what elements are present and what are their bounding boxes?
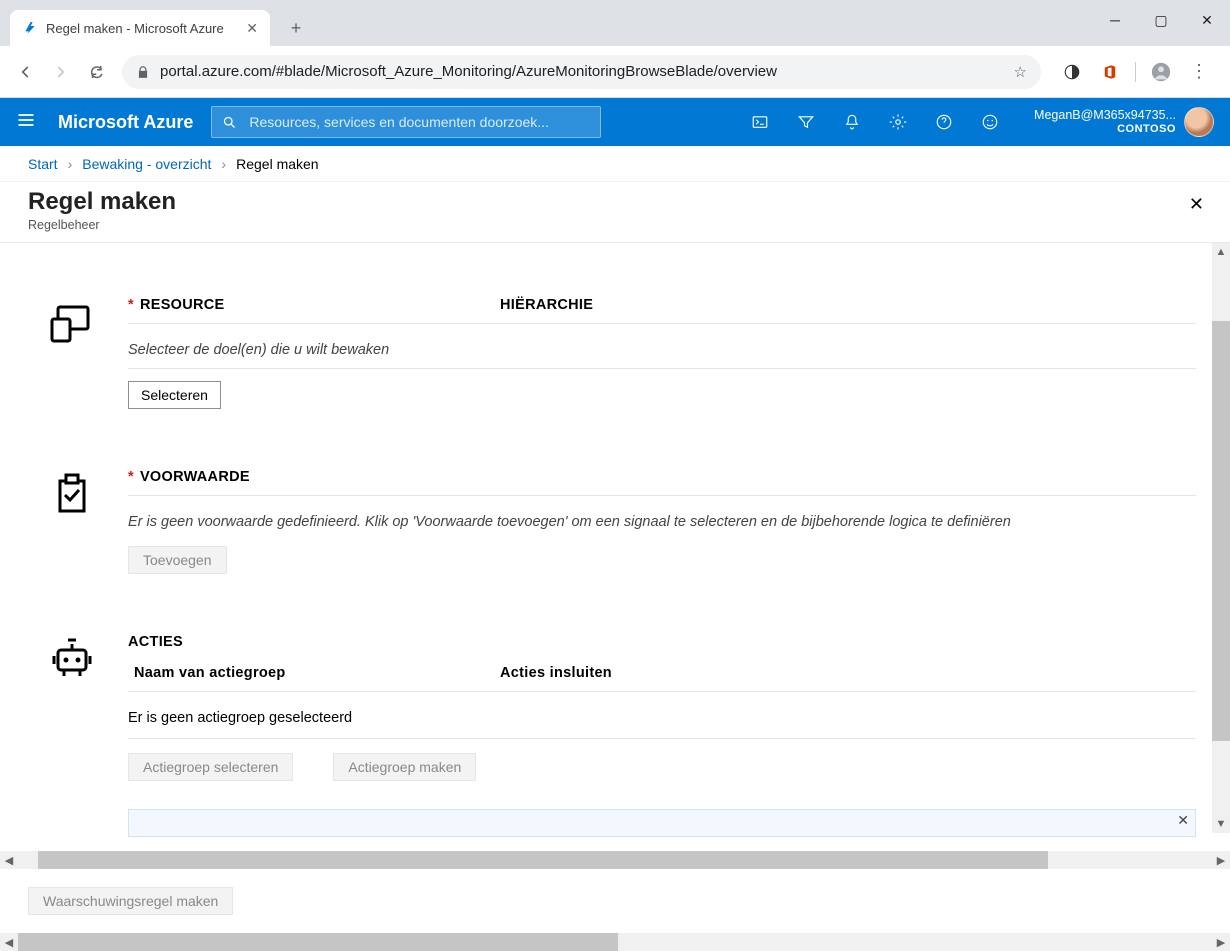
breadcrumb-monitoring[interactable]: Bewaking - overzicht bbox=[82, 156, 211, 172]
window-maximize[interactable]: ▢ bbox=[1138, 0, 1184, 40]
add-condition-button[interactable]: Toevoegen bbox=[128, 546, 227, 574]
browser-chrome: ─ ▢ ✕ Regel maken - Microsoft Azure ✕ + … bbox=[0, 0, 1230, 98]
hierarchy-header: HIËRARCHIE bbox=[500, 297, 1196, 313]
account-menu[interactable]: MeganB@M365x94735... CONTOSO bbox=[1034, 107, 1214, 137]
address-bar: portal.azure.com/#blade/Microsoft_Azure_… bbox=[0, 46, 1230, 98]
account-email: MeganB@M365x94735... bbox=[1034, 108, 1176, 123]
tab-bar: Regel maken - Microsoft Azure ✕ + bbox=[0, 0, 1230, 46]
window-close[interactable]: ✕ bbox=[1184, 0, 1230, 40]
blade-subtitle: Regelbeheer bbox=[28, 218, 176, 232]
actions-header: ACTIES bbox=[128, 634, 1196, 650]
blade-title: Regel maken bbox=[28, 188, 176, 216]
kebab-menu-icon[interactable]: ⋮ bbox=[1182, 55, 1216, 89]
search-icon bbox=[222, 115, 237, 130]
help-icon[interactable] bbox=[926, 104, 962, 140]
actions-empty-text: Er is geen actiegroep geselecteerd bbox=[128, 702, 1196, 739]
condition-description: Er is geen voorwaarde gedefinieerd. Klik… bbox=[128, 506, 1196, 540]
hamburger-menu-icon[interactable] bbox=[16, 110, 40, 135]
feedback-icon[interactable] bbox=[972, 104, 1008, 140]
blade-footer: Waarschuwingsregel maken bbox=[0, 869, 1230, 933]
create-alert-rule-button[interactable]: Waarschuwingsregel maken bbox=[28, 887, 233, 915]
blade-close-icon[interactable]: ✕ bbox=[1181, 188, 1212, 221]
profile-icon[interactable] bbox=[1144, 55, 1178, 89]
actions-robot-icon bbox=[48, 634, 96, 682]
info-banner-close-icon[interactable]: ✕ bbox=[1177, 812, 1189, 829]
nav-reload-icon[interactable] bbox=[80, 55, 114, 89]
directory-filter-icon[interactable] bbox=[788, 104, 824, 140]
content-scroll-area: *RESOURCE HIËRARCHIE Selecteer de doel(e… bbox=[0, 243, 1230, 851]
vertical-scrollbar[interactable]: ▲ ▼ bbox=[1212, 243, 1230, 833]
breadcrumb-start[interactable]: Start bbox=[28, 156, 58, 172]
actions-include-col: Acties insluiten bbox=[500, 665, 1196, 681]
breadcrumb-current: Regel maken bbox=[236, 156, 319, 172]
window-minimize[interactable]: ─ bbox=[1092, 0, 1138, 40]
section-resource: *RESOURCE HIËRARCHIE Selecteer de doel(e… bbox=[48, 297, 1196, 409]
chevron-right-icon: › bbox=[68, 156, 73, 172]
search-placeholder: Resources, services en documenten doorzo… bbox=[249, 114, 590, 130]
actiongroup-name-col: Naam van actiegroep bbox=[128, 665, 500, 681]
select-resource-button[interactable]: Selecteren bbox=[128, 381, 221, 409]
settings-gear-icon[interactable] bbox=[880, 104, 916, 140]
resource-header: RESOURCE bbox=[140, 297, 225, 313]
lock-icon bbox=[136, 65, 150, 79]
extension-office-icon[interactable] bbox=[1093, 55, 1127, 89]
resource-icon bbox=[48, 297, 96, 345]
info-banner: ✕ bbox=[128, 809, 1196, 837]
condition-icon bbox=[48, 469, 96, 517]
new-tab-button[interactable]: + bbox=[282, 14, 310, 42]
nav-forward-icon bbox=[44, 55, 78, 89]
avatar bbox=[1184, 107, 1214, 137]
section-condition: *VOORWAARDE Er is geen voorwaarde gedefi… bbox=[48, 469, 1196, 574]
tab-close-icon[interactable]: ✕ bbox=[246, 20, 258, 37]
browser-tab-active[interactable]: Regel maken - Microsoft Azure ✕ bbox=[10, 10, 270, 46]
azure-favicon-icon bbox=[22, 20, 38, 36]
horizontal-scrollbar[interactable]: ◀ ▶ bbox=[0, 851, 1230, 869]
extension-contrast-icon[interactable] bbox=[1055, 55, 1089, 89]
account-tenant: CONTOSO bbox=[1034, 123, 1176, 136]
cloud-shell-icon[interactable] bbox=[742, 104, 778, 140]
notifications-icon[interactable] bbox=[834, 104, 870, 140]
resource-description: Selecteer de doel(en) die u wilt bewaken bbox=[128, 334, 1196, 369]
nav-back-icon[interactable] bbox=[8, 55, 42, 89]
chevron-right-icon: › bbox=[221, 156, 226, 172]
azure-brand[interactable]: Microsoft Azure bbox=[58, 112, 193, 133]
tab-title: Regel maken - Microsoft Azure bbox=[46, 21, 238, 36]
azure-search-input[interactable]: Resources, services en documenten doorzo… bbox=[211, 106, 601, 138]
window-controls: ─ ▢ ✕ bbox=[1092, 0, 1230, 40]
url-field[interactable]: portal.azure.com/#blade/Microsoft_Azure_… bbox=[122, 55, 1041, 89]
select-actiongroup-button[interactable]: Actiegroep selecteren bbox=[128, 753, 293, 781]
outer-horizontal-scrollbar[interactable]: ◀ ▶ bbox=[0, 933, 1230, 951]
url-text: portal.azure.com/#blade/Microsoft_Azure_… bbox=[160, 63, 1004, 80]
section-actions: ACTIES Naam van actiegroep Acties inslui… bbox=[48, 634, 1196, 837]
azure-top-bar: Microsoft Azure Resources, services en d… bbox=[0, 98, 1230, 146]
breadcrumb: Start › Bewaking - overzicht › Regel mak… bbox=[0, 146, 1230, 182]
bookmark-star-icon[interactable]: ☆ bbox=[1014, 63, 1027, 81]
create-actiongroup-button[interactable]: Actiegroep maken bbox=[333, 753, 476, 781]
blade-header: Regel maken Regelbeheer ✕ bbox=[0, 182, 1230, 243]
condition-header: VOORWAARDE bbox=[140, 469, 250, 485]
